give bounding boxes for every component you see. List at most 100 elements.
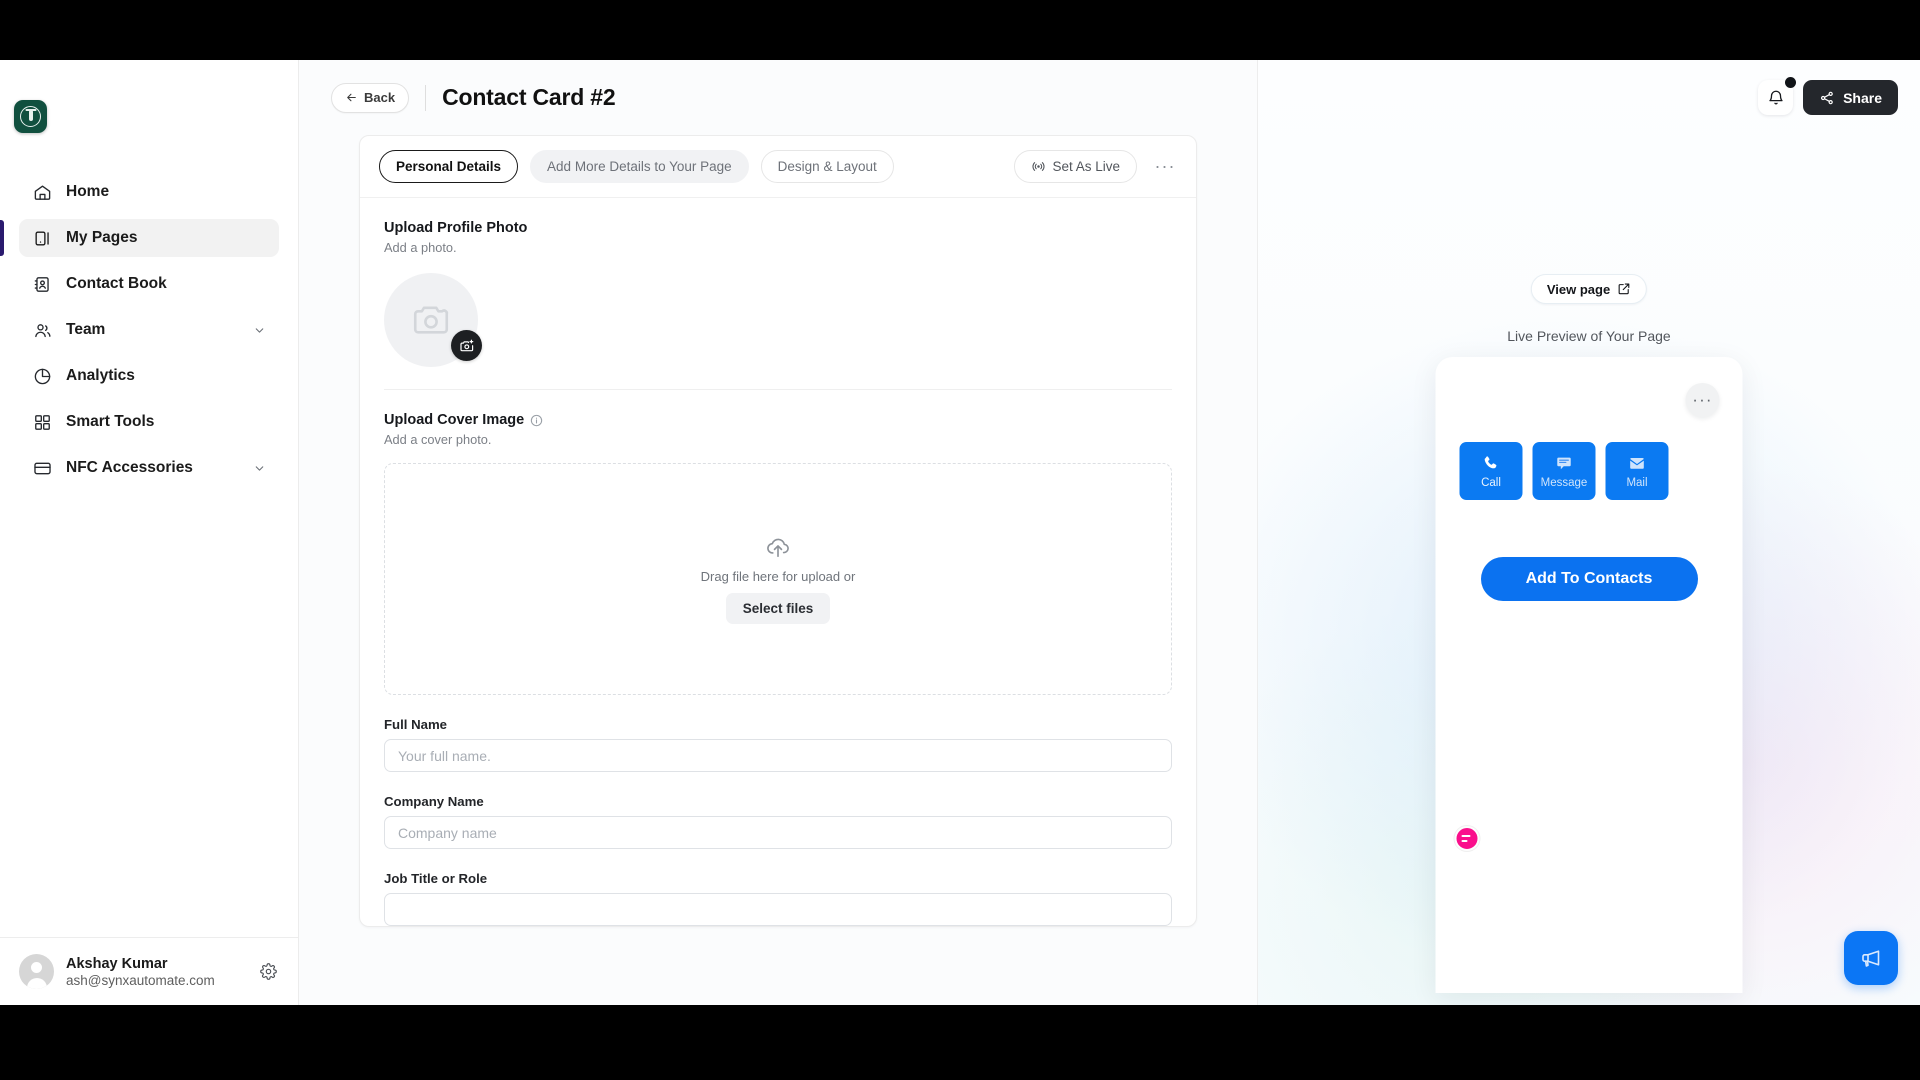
editor-scroll-area[interactable]: Personal Details Add More Details to You… <box>299 135 1257 1005</box>
notifications-button[interactable] <box>1758 77 1797 115</box>
arrow-left-icon <box>345 91 358 104</box>
add-to-contacts-button[interactable]: Add To Contacts <box>1480 557 1698 601</box>
announcements-fab[interactable] <box>1844 931 1898 985</box>
home-icon <box>32 182 53 203</box>
sidebar-item-label: Smart Tools <box>66 413 155 430</box>
team-icon <box>32 320 53 341</box>
field-job-title: Job Title or Role <box>384 871 1172 926</box>
sidebar-item-contact-book[interactable]: Contact Book <box>19 265 279 303</box>
sidebar-item-label: Team <box>66 321 106 338</box>
smart-tools-icon <box>32 412 53 433</box>
chevron-down-icon[interactable] <box>252 323 266 337</box>
view-page-button[interactable]: View page <box>1530 274 1648 304</box>
contact-book-icon <box>32 274 53 295</box>
sidebar-item-label: Contact Book <box>66 275 167 292</box>
sidebar-item-home[interactable]: Home <box>19 173 279 211</box>
field-label: Full Name <box>384 717 448 732</box>
preview-mail-label: Mail <box>1626 476 1648 489</box>
tab-personal-details[interactable]: Personal Details <box>379 150 519 183</box>
company-name-input[interactable] <box>384 816 1172 849</box>
chevron-down-icon[interactable] <box>252 461 266 475</box>
message-icon <box>1555 454 1574 473</box>
sidebar-item-label: My Pages <box>66 229 138 246</box>
sidebar-item-analytics[interactable]: Analytics <box>19 357 279 395</box>
preview-mail-button[interactable]: Mail <box>1605 442 1669 500</box>
app-logo-icon <box>20 106 41 127</box>
user-name: Akshay Kumar <box>66 955 168 972</box>
tab-add-more-details[interactable]: Add More Details to Your Page <box>530 150 749 183</box>
page-title: Contact Card #2 <box>442 84 616 110</box>
sidebar-item-nfc-accessories[interactable]: NFC Accessories <box>19 449 279 487</box>
brand-logo-icon <box>1454 826 1480 851</box>
field-label: Job Title or Role <box>384 871 488 886</box>
cover-image-subtitle: Add a cover photo. <box>384 432 492 447</box>
camera-plus-icon[interactable] <box>451 330 482 361</box>
select-files-button[interactable]: Select files <box>725 593 831 624</box>
sidebar-item-label: NFC Accessories <box>66 459 193 476</box>
editor-overflow-menu[interactable]: ··· <box>1153 155 1177 179</box>
preview-call-label: Call <box>1481 476 1501 489</box>
cover-image-title: Upload Cover Image <box>384 412 1172 428</box>
sidebar-user-profile[interactable]: Akshay Kumar ash@synxautomate.com <box>0 937 298 1005</box>
app-logo[interactable] <box>14 100 47 133</box>
preview-toolbar: Share <box>1758 77 1898 115</box>
avatar <box>19 954 54 989</box>
cloud-upload-icon <box>765 534 791 560</box>
camera-icon <box>410 299 452 341</box>
sidebar-nav: Home My Pages Contact Book Team Analytic… <box>0 173 298 495</box>
preview-call-button[interactable]: Call <box>1459 442 1523 500</box>
preview-card-menu[interactable]: ··· <box>1685 383 1720 417</box>
sidebar-item-team[interactable]: Team <box>19 311 279 349</box>
profile-photo-subtitle: Add a photo. <box>384 240 457 255</box>
external-link-icon <box>1617 282 1631 296</box>
megaphone-icon <box>1859 946 1883 970</box>
page-header: Back Contact Card #2 <box>299 60 1257 135</box>
info-icon[interactable] <box>530 414 543 427</box>
user-email: ash@synxautomate.com <box>66 972 215 988</box>
share-button[interactable]: Share <box>1803 80 1898 115</box>
preview-message-button[interactable]: Message <box>1532 442 1596 500</box>
field-full-name: Full Name <box>384 717 1172 772</box>
field-company-name: Company Name <box>384 794 1172 849</box>
broadcast-icon <box>1031 159 1046 174</box>
full-name-input[interactable] <box>384 739 1172 772</box>
field-label: Company Name <box>384 794 484 809</box>
sidebar-item-label: Home <box>66 183 110 200</box>
sidebar-item-my-pages[interactable]: My Pages <box>0 219 279 257</box>
live-preview-panel: Share View page Live Preview of Your Pag… <box>1258 60 1920 1005</box>
cover-image-title-text: Upload Cover Image <box>384 412 525 428</box>
pages-icon <box>32 228 53 249</box>
nfc-card-icon <box>32 458 53 479</box>
sidebar: Home My Pages Contact Book Team Analytic… <box>0 60 299 1005</box>
preview-card: ··· Call Message Mail Add To Contacts <box>1435 357 1743 993</box>
profile-photo-upload[interactable] <box>384 273 482 367</box>
mail-icon <box>1628 454 1647 473</box>
view-page-label: View page <box>1546 281 1611 297</box>
editor-card: Personal Details Add More Details to You… <box>359 135 1197 927</box>
app-window: Home My Pages Contact Book Team Analytic… <box>0 60 1920 1005</box>
header-divider <box>425 84 427 111</box>
sidebar-item-smart-tools[interactable]: Smart Tools <box>19 403 279 441</box>
set-as-live-button[interactable]: Set As Live <box>1014 150 1137 183</box>
dropzone-text: Drag file here for upload or <box>700 569 856 584</box>
back-button-label: Back <box>364 90 396 105</box>
profile-photo-section: Upload Profile Photo Add a photo. <box>384 220 1172 367</box>
back-button[interactable]: Back <box>331 82 410 113</box>
set-as-live-label: Set As Live <box>1052 159 1120 174</box>
editor-tabs: Personal Details Add More Details to You… <box>360 136 1196 198</box>
main-content: Back Contact Card #2 Personal Details Ad… <box>299 60 1258 1005</box>
share-label: Share <box>1843 89 1882 106</box>
editor-form: Upload Profile Photo Add a photo. Upload… <box>360 198 1196 926</box>
cover-image-dropzone[interactable]: Drag file here for upload or Select file… <box>384 463 1172 695</box>
sidebar-item-label: Analytics <box>66 367 135 384</box>
preview-message-label: Message <box>1540 476 1588 489</box>
profile-photo-title: Upload Profile Photo <box>384 220 528 236</box>
job-title-input[interactable] <box>384 893 1172 926</box>
section-divider <box>384 389 1172 390</box>
bell-icon <box>1767 89 1785 107</box>
tab-design-layout[interactable]: Design & Layout <box>760 150 894 183</box>
gear-icon[interactable] <box>257 961 279 983</box>
phone-icon <box>1482 454 1501 473</box>
analytics-icon <box>32 366 53 387</box>
notification-badge <box>1785 77 1797 88</box>
